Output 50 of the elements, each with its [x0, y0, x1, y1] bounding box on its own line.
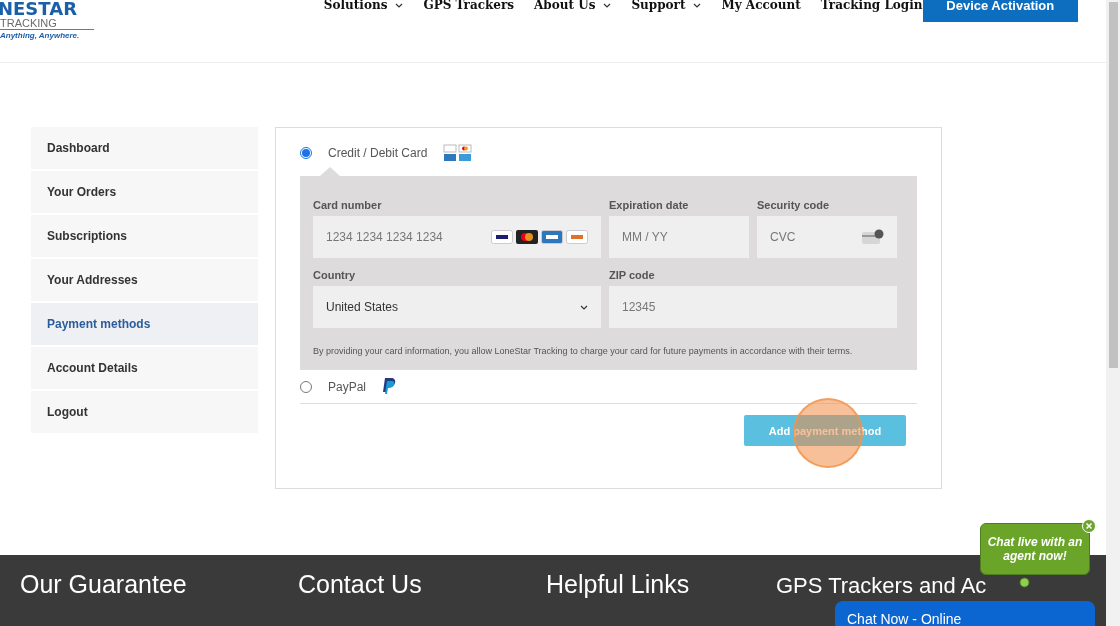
sidebar-item[interactable]: Payment methods	[31, 303, 258, 345]
logo-subtitle: TRACKING	[0, 17, 94, 30]
field-label: Country	[313, 268, 357, 283]
expiration-field[interactable]: MM / YY	[609, 216, 749, 258]
close-icon[interactable]	[1082, 519, 1096, 533]
sidebar-item[interactable]: Logout	[31, 391, 258, 433]
chevron-down-icon	[395, 2, 404, 8]
footer-heading: Contact Us	[298, 571, 423, 597]
field-label: ZIP code	[609, 268, 656, 283]
radio-button[interactable]	[300, 147, 312, 159]
nav-link[interactable]: My Account	[721, 0, 801, 12]
card-back-icon	[862, 229, 884, 245]
security-code-field[interactable]: CVC	[757, 216, 897, 258]
card-terms-notice: By providing your card information, you allow LoneStar Tracking to charge your card for future payments in accordance with their terms.	[313, 346, 854, 356]
country-select[interactable]: United States	[313, 286, 601, 328]
payment-method-label: Credit / Debit Card	[328, 146, 428, 160]
sidebar-item[interactable]: Your Orders	[31, 171, 258, 213]
card-brand-icon	[516, 230, 538, 244]
nav-link[interactable]: GPS Trackers	[423, 0, 514, 12]
footer-heading: GPS Trackers and Ac	[776, 573, 987, 599]
logo-tagline: Anything, Anywhere.	[0, 31, 81, 41]
nav-link[interactable]: Support	[631, 0, 702, 12]
device-activation-button[interactable]: Device Activation	[922, 0, 1078, 22]
sidebar-item[interactable]: Dashboard	[31, 127, 258, 169]
nav-link[interactable]: About Us	[534, 0, 612, 12]
card-number-field[interactable]: 1234 1234 1234 1234	[313, 216, 601, 258]
chat-knob-icon	[1019, 577, 1030, 588]
nav-link[interactable]: Tracking Login	[820, 0, 923, 12]
footer-heading: Helpful Links	[546, 571, 691, 597]
field-label: Expiration date	[609, 198, 690, 213]
chevron-down-icon	[693, 2, 702, 8]
sidebar-item[interactable]: Account Details	[31, 347, 258, 389]
sidebar-item[interactable]: Subscriptions	[31, 215, 258, 257]
field-label: Security code	[757, 198, 831, 213]
card-brand-icon	[566, 230, 588, 244]
field-label: Card number	[313, 198, 383, 213]
paypal-icon	[382, 378, 397, 395]
scrollbar[interactable]	[1106, 0, 1120, 626]
sidebar-item[interactable]: Your Addresses	[31, 259, 258, 301]
card-brand-icon	[491, 230, 513, 244]
nav-link[interactable]: Solutions	[323, 0, 404, 12]
card-brand-icon	[541, 230, 563, 244]
payment-method-label: PayPal	[328, 379, 367, 394]
card-brands-icon	[443, 144, 474, 162]
logo-text: NESTAR	[0, 1, 78, 17]
chevron-down-icon	[603, 2, 612, 8]
footer-heading: Our Guarantee	[20, 571, 188, 597]
zip-code-field[interactable]: 12345	[609, 286, 897, 328]
chevron-down-icon	[580, 304, 588, 310]
chat-bar[interactable]: Chat Now - Online	[835, 601, 1095, 626]
